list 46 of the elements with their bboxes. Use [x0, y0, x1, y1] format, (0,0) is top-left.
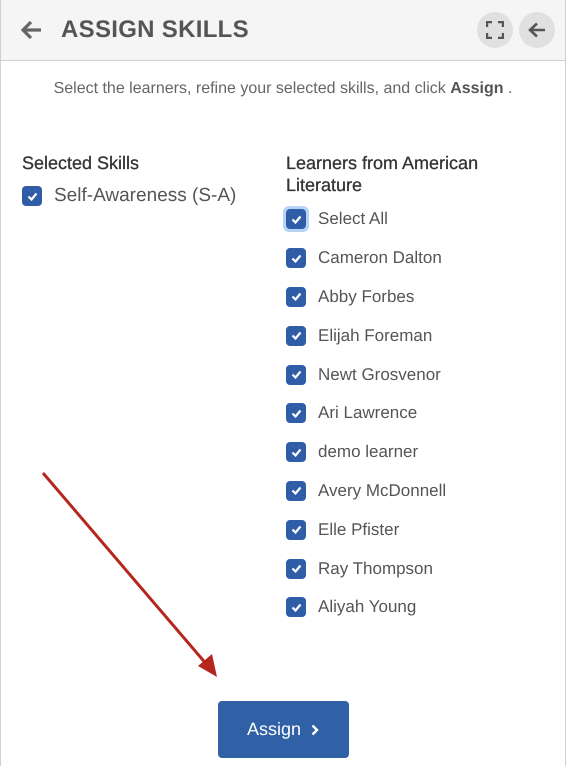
checkbox[interactable]: [22, 186, 42, 206]
checkbox-label: Cameron Dalton: [318, 248, 442, 268]
checkbox-label: Newt Grosvenor: [318, 364, 441, 385]
checkmark-icon: [290, 602, 302, 612]
chevron-right-icon: [311, 724, 320, 736]
checkmark-icon: [290, 370, 302, 380]
checkmark-icon: [290, 525, 302, 534]
checkbox[interactable]: [286, 286, 306, 307]
checkbox-label: Aliyah Young: [318, 597, 416, 618]
checkmark-icon: [290, 486, 302, 496]
checkmark-icon: [290, 214, 302, 224]
instruction-text: Select the learners, refine your selected skills, and click Assign .: [52, 79, 514, 99]
checkbox-label: Select All: [318, 209, 388, 230]
assign-button[interactable]: Assign: [218, 701, 348, 758]
checkbox-label: Self-Awareness (S-A): [54, 185, 236, 207]
section-heading: Learners from American Literature: [286, 152, 480, 196]
checkmark-icon: [290, 448, 302, 457]
checkbox-label: Elijah Foreman: [318, 326, 432, 346]
checkbox[interactable]: [286, 403, 306, 424]
checkbox-label: demo learner: [318, 442, 418, 462]
fullscreen-button[interactable]: [477, 12, 513, 48]
back-button[interactable]: [519, 12, 555, 48]
back-arrow-icon[interactable]: [21, 20, 43, 40]
checkbox-label: Ray Thompson: [318, 558, 433, 579]
checkmark-icon: [290, 292, 302, 302]
page-title: ASSIGN SKILLS: [61, 16, 250, 44]
checkbox[interactable]: [286, 248, 306, 268]
checkmark-icon: [290, 564, 302, 574]
checkmark-icon: [26, 192, 38, 200]
back-arrow-icon: [528, 22, 546, 38]
checkbox[interactable]: [286, 558, 306, 579]
checkmark-icon: [290, 254, 302, 263]
checkbox[interactable]: [286, 326, 306, 346]
checkbox-label: Avery McDonnell: [318, 480, 446, 501]
checkbox[interactable]: [286, 520, 306, 540]
checkbox-label: Elle Pfister: [318, 520, 400, 540]
checkmark-icon: [290, 408, 302, 418]
checkbox[interactable]: [286, 364, 306, 385]
checkbox[interactable]: [286, 480, 306, 501]
checkbox[interactable]: [286, 442, 306, 462]
checkbox[interactable]: [286, 597, 306, 618]
checkmark-icon: [290, 331, 302, 340]
checkbox-label: Ari Lawrence: [318, 403, 418, 424]
checkbox-label: Abby Forbes: [318, 286, 414, 307]
section-heading: Selected Skills: [22, 152, 140, 174]
fullscreen-icon: [486, 21, 504, 39]
